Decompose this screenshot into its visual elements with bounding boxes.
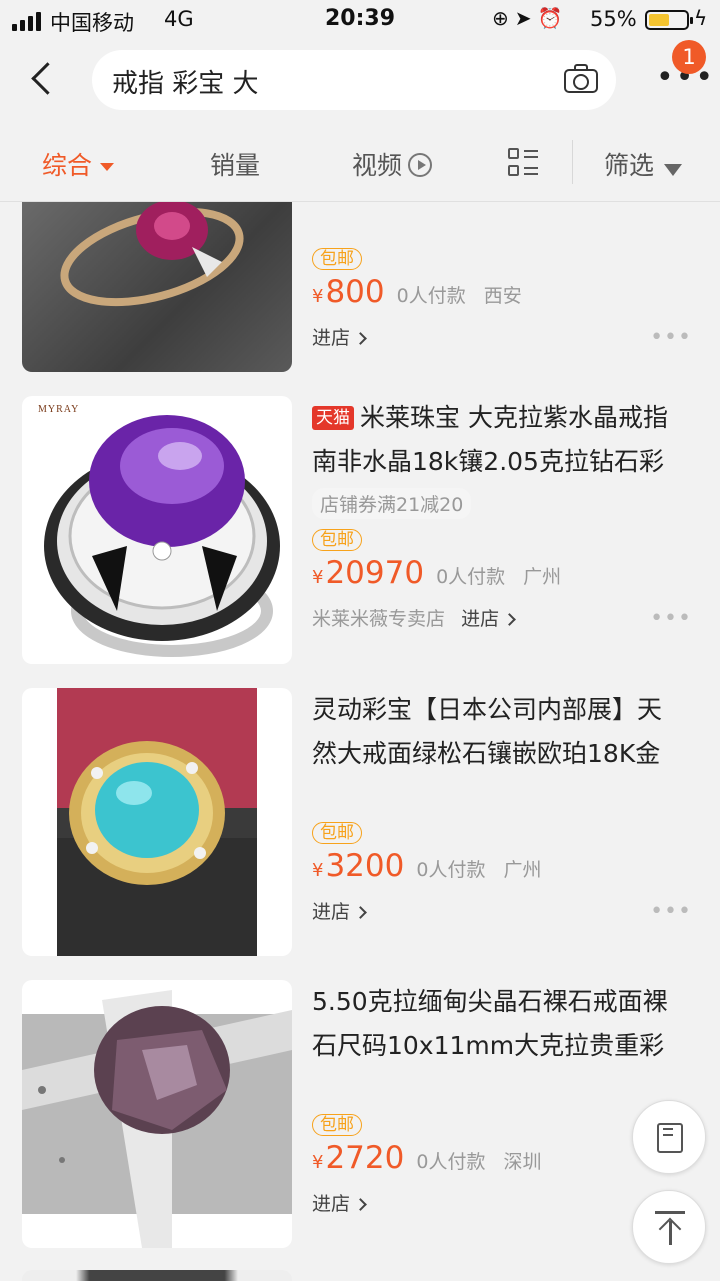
- more-options-icon[interactable]: •••: [650, 318, 692, 358]
- caret-down-icon: [100, 163, 115, 171]
- more-options-icon[interactable]: •••: [650, 892, 692, 932]
- product-card[interactable]: 包邮 ¥800 0人付款 西安 进店 •••: [22, 202, 698, 372]
- product-title[interactable]: 5.50克拉缅甸尖晶石裸石戒面裸 石尺码10x11mm大克拉贵重彩: [312, 980, 698, 1068]
- enter-shop-label: 进店: [461, 608, 500, 630]
- notification-badge: 1: [672, 40, 706, 74]
- more-options-icon[interactable]: •••: [650, 599, 692, 639]
- price: 800: [325, 274, 385, 310]
- chevron-right-icon: [354, 906, 367, 919]
- search-query[interactable]: 戒指 彩宝 大: [112, 63, 259, 100]
- currency-symbol: ¥: [312, 860, 324, 881]
- sold-count: 0人付款: [416, 1151, 486, 1173]
- product-image[interactable]: [22, 980, 292, 1248]
- funnel-icon: [664, 164, 683, 176]
- product-title-line2: 石尺码10x11mm大克拉贵重彩: [312, 1031, 665, 1060]
- product-title[interactable]: 灵动彩宝【日本公司内部展】天 然大戒面绿松石镶嵌欧珀18K金: [312, 688, 698, 776]
- product-image[interactable]: [22, 688, 292, 956]
- enter-shop-label: 进店: [312, 901, 351, 923]
- shop-line: 进店 •••: [312, 318, 698, 358]
- enter-shop-link[interactable]: 进店: [461, 608, 516, 630]
- tab-comprehensive-label: 综合: [42, 151, 93, 180]
- sort-bar: 综合 销量 视频 筛选: [0, 122, 720, 202]
- feedback-button[interactable]: [632, 1100, 706, 1174]
- price-line: ¥800 0人付款 西安: [312, 274, 698, 318]
- search-header: 戒指 彩宝 大 ••• 1: [0, 40, 720, 122]
- sold-count: 0人付款: [436, 566, 506, 588]
- brand-logo: MYRAY: [38, 404, 80, 415]
- tab-video-label: 视频: [352, 151, 403, 180]
- free-shipping-badge: 包邮: [312, 248, 362, 270]
- product-card[interactable]: 灵动彩宝【日本公司内部展】天 然大戒面绿松石镶嵌欧珀18K金 包邮 ¥3200 0…: [22, 688, 698, 956]
- camera-icon[interactable]: [564, 63, 598, 93]
- tab-video[interactable]: 视频: [352, 146, 433, 182]
- charging-icon: ϟ: [694, 6, 708, 30]
- chevron-right-icon: [503, 613, 516, 626]
- product-title[interactable]: 天猫 米莱珠宝 大克拉紫水晶戒指 南非水晶18k镶2.05克拉钻石彩: [312, 396, 698, 484]
- currency-symbol: ¥: [312, 567, 324, 588]
- battery-icon: [645, 10, 693, 30]
- battery-percent: 55%: [590, 7, 637, 31]
- tab-filter-label: 筛选: [604, 151, 655, 180]
- layout-toggle-icon[interactable]: [508, 148, 538, 178]
- tab-comprehensive[interactable]: 综合: [42, 146, 115, 182]
- sold-count: 0人付款: [416, 859, 486, 881]
- location: 西安: [483, 285, 522, 307]
- search-bar[interactable]: 戒指 彩宝 大: [92, 50, 616, 110]
- product-title-line1: 5.50克拉缅甸尖晶石裸石戒面裸: [312, 987, 668, 1016]
- chevron-right-icon: [354, 1198, 367, 1211]
- back-to-top-button[interactable]: [632, 1190, 706, 1264]
- back-to-top-icon: [655, 1211, 685, 1214]
- status-icons: ⊕➤⏰: [492, 6, 569, 30]
- product-title-line1: 米莱珠宝 大克拉紫水晶戒指: [360, 403, 668, 432]
- product-title-line1: 灵动彩宝【日本公司内部展】天: [312, 695, 663, 724]
- product-image[interactable]: MYRAY: [22, 396, 292, 664]
- currency-symbol: ¥: [312, 286, 324, 307]
- price-line: ¥20970 0人付款 广州: [312, 555, 698, 599]
- price: 3200: [325, 848, 405, 884]
- shop-line: 米莱米薇专卖店 进店 •••: [312, 599, 698, 639]
- product-title-line2: 南非水晶18k镶2.05克拉钻石彩: [312, 447, 664, 476]
- chevron-right-icon: [354, 332, 367, 345]
- enter-shop-link[interactable]: 进店: [312, 901, 367, 923]
- back-button[interactable]: [24, 58, 64, 98]
- tmall-badge: 天猫: [312, 406, 354, 430]
- price: 2720: [325, 1140, 405, 1176]
- product-card[interactable]: 5.50克拉缅甸尖晶石裸石戒面裸 石尺码10x11mm大克拉贵重彩 包邮 ¥27…: [22, 980, 698, 1248]
- enter-shop-label: 进店: [312, 1193, 351, 1215]
- shop-name[interactable]: 米莱米薇专卖店: [312, 608, 445, 630]
- location: 广州: [503, 859, 542, 881]
- free-shipping-badge: 包邮: [312, 822, 362, 844]
- free-shipping-badge: 包邮: [312, 1114, 362, 1136]
- product-image[interactable]: [22, 1270, 292, 1281]
- tab-filter[interactable]: 筛选: [604, 146, 683, 182]
- play-icon: [408, 153, 433, 177]
- product-image[interactable]: [22, 202, 292, 372]
- tab-sales[interactable]: 销量: [210, 146, 260, 182]
- divider: [572, 140, 573, 184]
- status-bar: 中国移动 4G 20:39 ⊕➤⏰ 55% ϟ: [0, 0, 720, 40]
- product-title-line2: 然大戒面绿松石镶嵌欧珀18K金: [312, 739, 661, 768]
- product-card[interactable]: [22, 1270, 698, 1281]
- price-line: ¥3200 0人付款 广州: [312, 848, 698, 892]
- shop-line: 进店 •••: [312, 892, 698, 932]
- enter-shop-label: 进店: [312, 327, 351, 349]
- product-card[interactable]: MYRAY 天猫 米莱珠宝 大克拉紫水晶戒指 南非水晶18k镶2.05克拉钻石彩 …: [22, 396, 698, 664]
- location: 深圳: [503, 1151, 542, 1173]
- price: 20970: [325, 555, 425, 591]
- coupon-tag: 店铺券满21减20: [312, 488, 472, 519]
- location: 广州: [523, 566, 562, 588]
- enter-shop-link[interactable]: 进店: [312, 327, 367, 349]
- sold-count: 0人付款: [396, 285, 466, 307]
- currency-symbol: ¥: [312, 1152, 324, 1173]
- enter-shop-link[interactable]: 进店: [312, 1193, 367, 1215]
- free-shipping-badge: 包邮: [312, 529, 362, 551]
